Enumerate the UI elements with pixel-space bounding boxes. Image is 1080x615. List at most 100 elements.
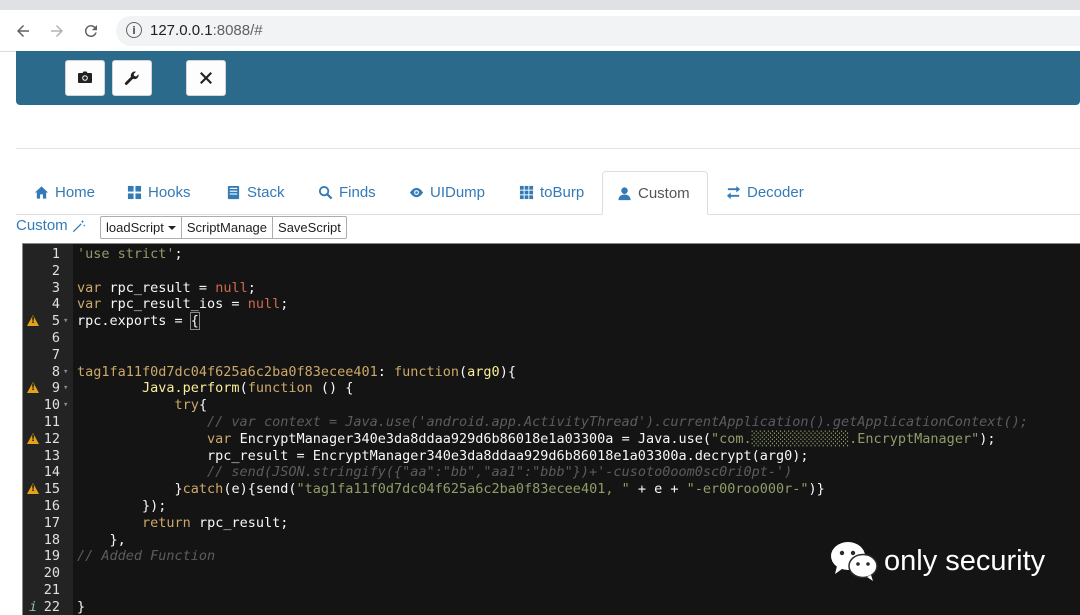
tab-finds[interactable]: Finds — [304, 171, 390, 214]
code-line[interactable]: 2 — [23, 263, 1080, 280]
code-line[interactable]: 8 ▾ tag1fa11f0d7dc04f625a6c2ba0f83ecee401:… — [23, 364, 1080, 381]
code-text: // Added Function — [77, 548, 216, 565]
code-line[interactable]: 6 — [23, 330, 1080, 347]
line-number: 18 — [43, 531, 60, 548]
code-line[interactable]: 16 }); — [23, 498, 1080, 515]
line-number: 17 — [43, 514, 60, 531]
line-number: 16 — [43, 498, 60, 514]
code-line[interactable]: 15 }catch(e){send("tag1fa11f0d7dc04f625a… — [23, 481, 1080, 498]
address-bar[interactable]: i 127.0.0.1:8088/# — [116, 16, 1080, 46]
watermark-text: only security — [884, 544, 1046, 577]
swap-icon — [726, 185, 741, 200]
line-number: 13 — [43, 447, 60, 464]
fold-arrow-icon[interactable]: ▾ — [63, 313, 68, 330]
fold-arrow-icon[interactable]: ▾ — [63, 380, 68, 397]
custom-section-label: Custom — [16, 217, 86, 234]
line-number: 14 — [43, 464, 60, 481]
code-text: rpc.exports = { — [77, 312, 200, 331]
fold-arrow-icon[interactable]: ▾ — [63, 364, 68, 381]
settings-button[interactable] — [112, 60, 152, 96]
code-text: 'use strict'; — [77, 246, 183, 262]
tab-hooks-label: Hooks — [148, 184, 191, 201]
code-line[interactable]: 10 ▾ try{ — [23, 397, 1080, 414]
code-line[interactable]: 17 return rpc_result; — [23, 515, 1080, 532]
code-line[interactable]: 9▾ Java.perform(function () { — [23, 380, 1080, 397]
magic-wand-icon — [72, 219, 86, 232]
line-number: 10 — [43, 397, 60, 414]
line-number: 5 — [51, 313, 60, 330]
code-text: tag1fa11f0d7dc04f625a6c2ba0f83ecee401: f… — [77, 363, 516, 380]
code-line[interactable]: 4 var rpc_result_ios = null; — [23, 296, 1080, 313]
code-text: }catch(e){send("tag1fa11f0d7dc04f625a6c2… — [77, 481, 825, 498]
script-button-group: loadScript ScriptManage SaveScript — [100, 216, 347, 239]
tab-toburp[interactable]: toBurp — [505, 171, 598, 214]
tab-home[interactable]: Home — [20, 171, 109, 214]
line-number: 7 — [51, 346, 60, 363]
custom-label-text: Custom — [16, 217, 68, 234]
tab-decoder-label: Decoder — [747, 184, 804, 201]
tab-decoder[interactable]: Decoder — [712, 171, 818, 214]
tab-custom[interactable]: Custom — [602, 171, 708, 215]
user-icon — [618, 186, 631, 200]
code-line[interactable]: 5▾ rpc.exports = { — [23, 312, 1080, 331]
line-number: 2 — [51, 262, 60, 279]
code-line[interactable]: 1 'use strict'; — [23, 246, 1080, 263]
save-script-button[interactable]: SaveScript — [272, 216, 347, 239]
back-button[interactable] — [11, 19, 35, 43]
screenshot-button[interactable] — [65, 60, 105, 96]
tab-finds-label: Finds — [339, 184, 376, 201]
line-number: 11 — [43, 414, 60, 430]
code-line[interactable]: 3 var rpc_result = null; — [23, 280, 1080, 297]
code-text: // var context = Java.use('android.app.A… — [207, 414, 1028, 430]
tab-toburp-label: toBurp — [540, 184, 585, 201]
line-number: 8 — [51, 363, 60, 380]
line-number: 1 — [51, 246, 60, 262]
tab-custom-label: Custom — [638, 184, 690, 202]
info-icon[interactable]: i — [126, 22, 142, 38]
url-path: :8088/# — [212, 22, 263, 39]
code-line[interactable]: 13 rpc_result = EncryptManager340e3da8dd… — [23, 448, 1080, 465]
save-script-label: SaveScript — [278, 220, 341, 235]
browser-toolbar: i 127.0.0.1:8088/# — [0, 10, 1080, 52]
load-script-label: loadScript — [106, 220, 164, 235]
code-line[interactable]: 14 // send(JSON.stringify({"aa":"bb","aa… — [23, 464, 1080, 481]
close-icon — [200, 72, 212, 84]
code-line[interactable]: i 22} — [23, 599, 1080, 615]
code-line[interactable]: 11 // var context = Java.use('android.ap… — [23, 414, 1080, 431]
app-header — [16, 51, 1080, 105]
grid-dots-icon — [519, 185, 534, 200]
code-text: }); — [77, 498, 167, 514]
caret-down-icon — [167, 225, 176, 230]
code-text: // send(JSON.stringify({"aa":"bb","aa1":… — [207, 464, 793, 481]
code-line[interactable]: 21 — [23, 582, 1080, 599]
line-number: 15 — [43, 481, 60, 498]
script-manage-button[interactable]: ScriptManage — [180, 216, 274, 239]
url-host: 127.0.0.1 — [150, 22, 213, 39]
close-button[interactable] — [186, 60, 226, 96]
code-text: } — [77, 598, 86, 615]
code-text: try{ — [174, 397, 208, 414]
line-number: 3 — [51, 279, 60, 296]
tab-uidump[interactable]: UIDump — [395, 171, 499, 214]
wrench-icon — [124, 71, 139, 85]
line-number: 20 — [43, 565, 60, 582]
forward-button[interactable] — [45, 19, 69, 43]
line-number: 22 — [43, 598, 60, 615]
code-text: Java.perform(function () { — [142, 380, 354, 397]
tab-hooks[interactable]: Hooks — [113, 171, 205, 214]
code-line[interactable]: 7 — [23, 347, 1080, 364]
reload-icon — [84, 25, 97, 38]
grid-icon — [127, 185, 142, 200]
fold-arrow-icon[interactable]: ▾ — [63, 397, 68, 414]
load-script-dropdown[interactable]: loadScript — [100, 216, 182, 239]
reload-button[interactable] — [79, 19, 103, 43]
code-line[interactable]: 12 var EncryptManager340e3da8ddaa929d6b8… — [23, 431, 1080, 448]
tab-stack[interactable]: Stack — [212, 171, 299, 214]
script-manage-label: ScriptManage — [186, 220, 268, 235]
line-number: 9 — [51, 380, 60, 397]
code-text: var EncryptManager340e3da8ddaa929d6b8601… — [207, 430, 996, 447]
line-number: 19 — [43, 548, 60, 565]
line-number: 12 — [43, 430, 60, 447]
url-text[interactable]: 127.0.0.1:8088/# — [150, 22, 263, 39]
home-icon — [34, 186, 49, 199]
